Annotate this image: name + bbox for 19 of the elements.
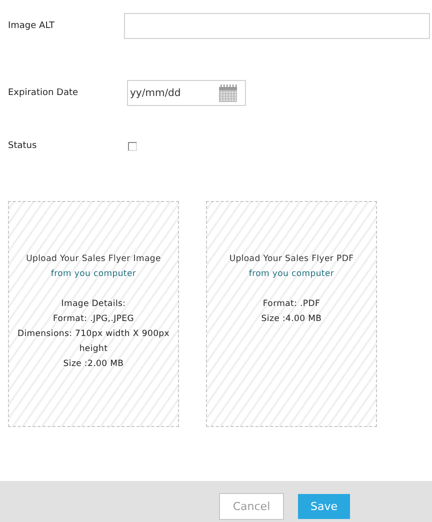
upload-title: Upload Your Sales Flyer PDF xyxy=(229,253,354,266)
field-label: Status xyxy=(8,141,38,151)
text-field[interactable] xyxy=(124,12,430,38)
upload-title: Upload Your Sales Flyer Image xyxy=(26,253,161,266)
file-requirement: Image Details: xyxy=(61,298,126,311)
field-label: Expiration Date xyxy=(8,88,80,98)
file-requirement: Dimensions: 710px width X 900px height xyxy=(16,328,171,356)
browse-link[interactable]: from you computer xyxy=(50,267,136,282)
field-label: Image ALT xyxy=(8,20,56,30)
upload-drop-zone[interactable]: Upload Your Sales Flyer Image from you computer Image Details: Format: .JPG,.JPEG Dimensions: 710px width X 900px height Size :2.00 MB xyxy=(8,201,179,427)
upload-drop-zone[interactable]: Upload Your Sales Flyer PDF from you computer Format: .PDF Size :4.00 MB xyxy=(206,201,377,427)
date-field[interactable]: yy/mm/dd xyxy=(127,80,246,106)
calendar-icon[interactable] xyxy=(218,84,238,102)
file-requirement: Size :2.00 MB xyxy=(63,358,124,371)
checkbox[interactable] xyxy=(128,142,137,150)
file-requirement: Format: .PDF xyxy=(262,298,320,311)
browse-link[interactable]: from you computer xyxy=(248,267,334,282)
file-requirement: Size :4.00 MB xyxy=(261,313,322,326)
file-requirement: Format: .JPG,.JPEG xyxy=(52,313,134,326)
